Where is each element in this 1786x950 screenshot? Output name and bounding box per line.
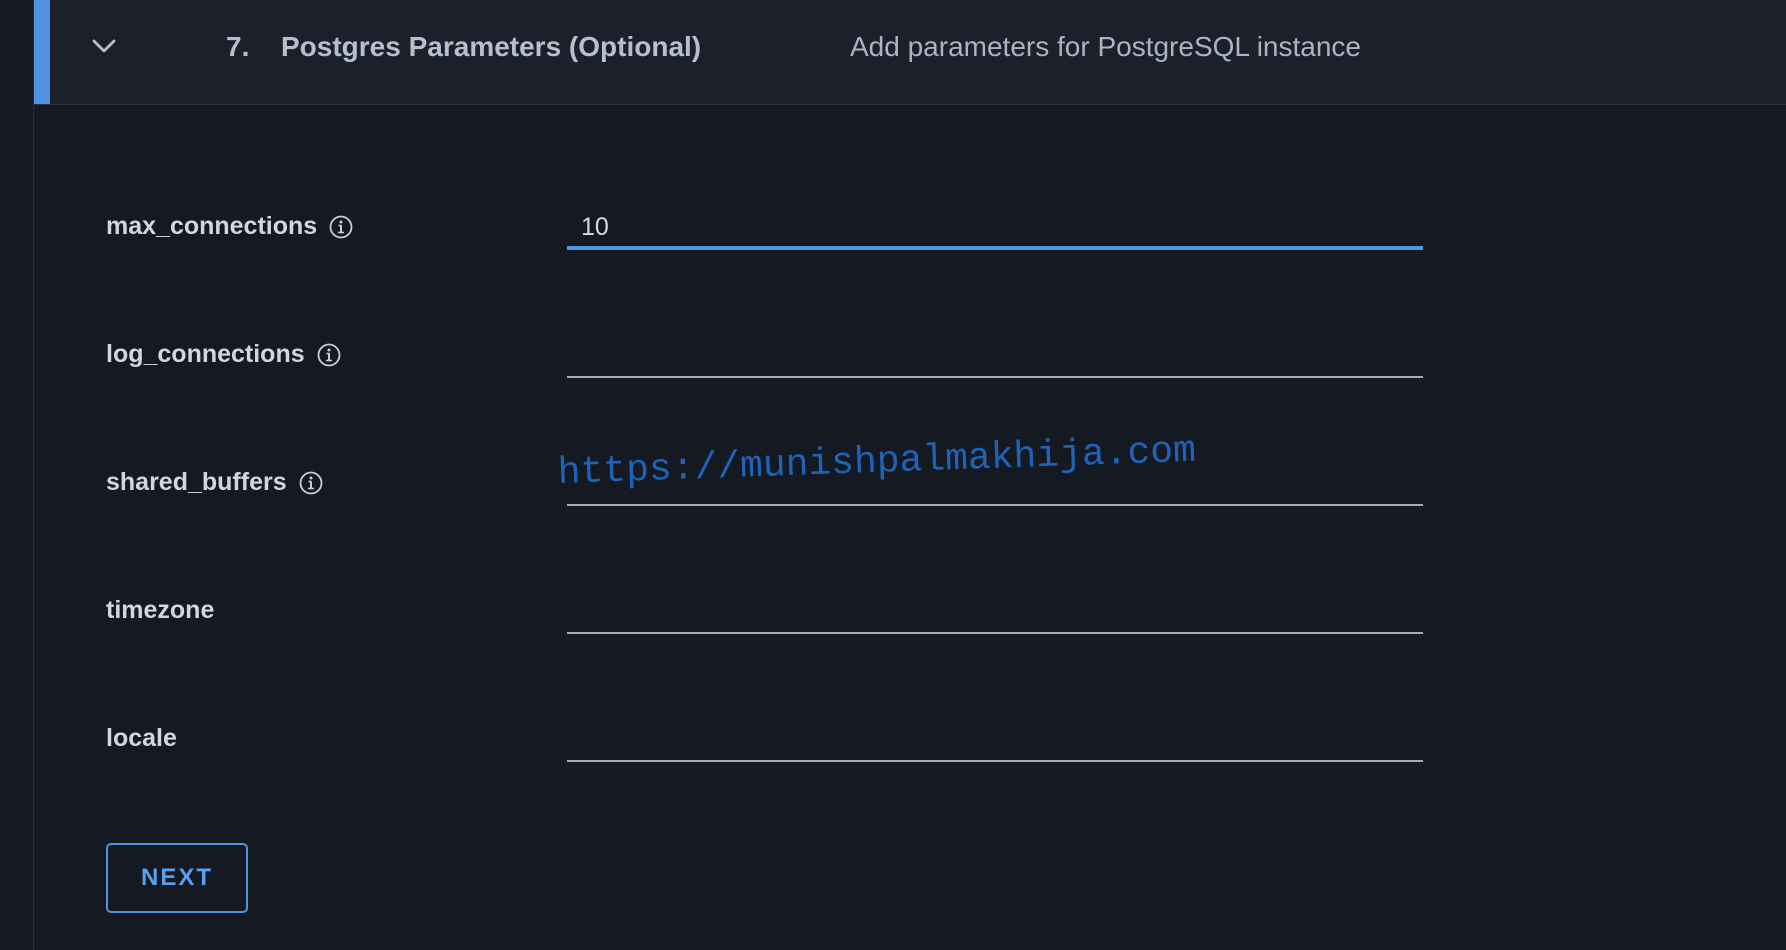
label-text: max_connections bbox=[106, 212, 318, 240]
field-label-log-connections: log_connections bbox=[106, 340, 341, 369]
timezone-input[interactable] bbox=[567, 592, 1423, 634]
step-title: Postgres Parameters (Optional) bbox=[281, 31, 702, 62]
field-label-timezone: timezone bbox=[106, 596, 214, 625]
field-row-timezone: timezone bbox=[0, 580, 1786, 660]
label-text: log_connections bbox=[106, 340, 305, 368]
label-text: timezone bbox=[106, 596, 215, 624]
label-text: shared_buffers bbox=[106, 468, 287, 496]
max-connections-input[interactable] bbox=[567, 208, 1423, 250]
step-description: Add parameters for PostgreSQL instance bbox=[850, 31, 1361, 62]
field-label-shared-buffers: shared_buffers bbox=[106, 468, 323, 497]
step-header[interactable]: 7. Postgres Parameters (Optional) Add pa… bbox=[34, 0, 1786, 105]
field-label-locale: locale bbox=[106, 724, 177, 753]
log-connections-input[interactable] bbox=[567, 336, 1423, 378]
wizard-page: 7. Postgres Parameters (Optional) Add pa… bbox=[0, 0, 1786, 950]
info-icon[interactable] bbox=[299, 471, 323, 495]
info-icon[interactable] bbox=[329, 215, 353, 239]
field-row-locale: locale bbox=[0, 708, 1786, 788]
active-step-indicator bbox=[34, 0, 50, 104]
chevron-down-icon[interactable] bbox=[82, 24, 126, 68]
field-row-log-connections: log_connections bbox=[0, 324, 1786, 404]
label-text: locale bbox=[106, 724, 177, 752]
step-number: 7. bbox=[226, 31, 250, 62]
locale-input[interactable] bbox=[567, 720, 1423, 762]
next-button[interactable]: NEXT bbox=[106, 843, 248, 913]
field-row-max-connections: max_connections bbox=[0, 196, 1786, 276]
field-row-shared-buffers: shared_buffers bbox=[0, 452, 1786, 532]
info-icon[interactable] bbox=[317, 343, 341, 367]
field-label-max-connections: max_connections bbox=[106, 212, 353, 241]
shared-buffers-input[interactable] bbox=[567, 464, 1423, 506]
